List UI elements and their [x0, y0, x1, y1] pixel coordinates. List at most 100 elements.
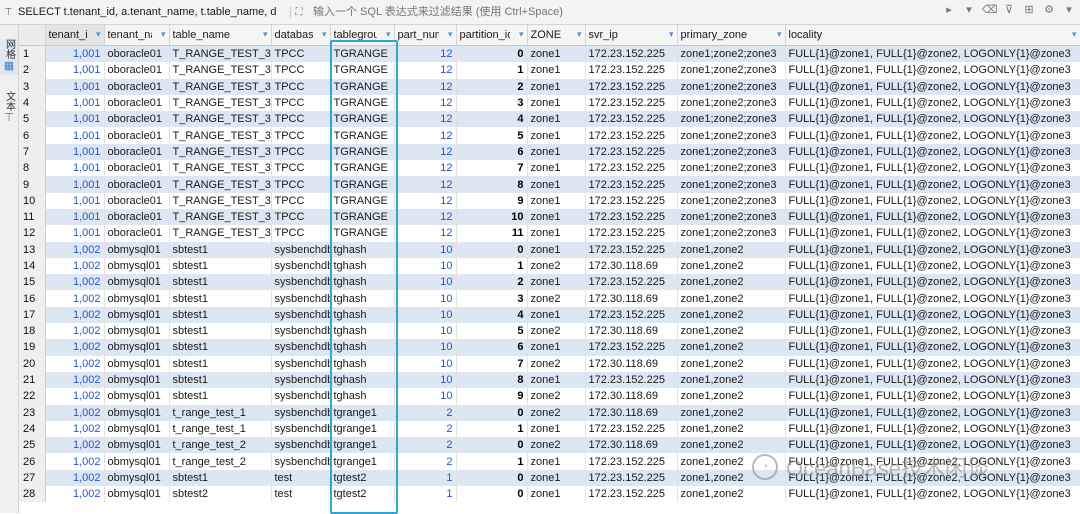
cell-locality[interactable]: FULL{1}@zone1, FULL{1}@zone2, LOGONLY{1}… — [785, 371, 1080, 389]
cell-locality[interactable]: FULL{1}@zone1, FULL{1}@zone2, LOGONLY{1}… — [785, 323, 1080, 340]
cell-svr_ip[interactable]: 172.23.152.225 — [585, 241, 678, 258]
cell-part_num[interactable]: 2 — [394, 404, 457, 421]
cell-part_num[interactable]: 12 — [394, 160, 457, 177]
cell-svr_ip[interactable]: 172.23.152.225 — [585, 420, 678, 438]
cell-database_name[interactable]: TPCC — [271, 94, 331, 112]
cell-database_name[interactable]: sysbenchdb — [271, 241, 331, 258]
cell-svr_ip[interactable]: 172.23.152.225 — [585, 225, 678, 242]
cell-partition_id[interactable]: 7 — [456, 160, 528, 177]
cell-svr_ip[interactable]: 172.23.152.225 — [585, 78, 678, 95]
cell-tenant_id[interactable]: 1,002 — [45, 404, 105, 421]
cell-svr_ip[interactable]: 172.30.118.69 — [585, 388, 678, 405]
cell-ZONE[interactable]: zone2 — [527, 257, 586, 275]
cell-tablegroup_name[interactable]: tghash — [330, 388, 395, 405]
cell-partition_id[interactable]: 1 — [456, 453, 528, 470]
cell-partition_id[interactable]: 0 — [456, 437, 528, 454]
cell-svr_ip[interactable]: 172.23.152.225 — [585, 127, 678, 144]
table-row[interactable]: 17 1,002 obmysql01 sbtest1 sysbenchdb tghash 1… — [19, 306, 1080, 324]
sort-filter-icon[interactable]: ▾ — [263, 29, 268, 40]
cell-tenant_name[interactable]: obmysql01 — [104, 420, 170, 438]
eraser-icon[interactable]: ⌫ — [982, 3, 998, 16]
cell-locality[interactable]: FULL{1}@zone1, FULL{1}@zone2, LOGONLY{1}… — [785, 111, 1080, 128]
table-row[interactable]: 4 1,001 oboracle01 T_RANGE_TEST_3 TPCC TGRANG… — [19, 94, 1080, 112]
cell-partition_id[interactable]: 7 — [456, 355, 528, 372]
cell-tenant_name[interactable]: obmysql01 — [104, 453, 170, 470]
filter-input[interactable] — [307, 2, 835, 22]
cell-tenant_name[interactable]: obmysql01 — [104, 371, 170, 389]
cell-ZONE[interactable]: zone1 — [527, 45, 586, 63]
cell-tenant_name[interactable]: obmysql01 — [104, 257, 170, 275]
cell-tablegroup_name[interactable]: tgrange1 — [330, 404, 395, 421]
table-row[interactable]: 16 1,002 obmysql01 sbtest1 sysbenchdb tghash 1… — [19, 290, 1080, 307]
cell-primary_zone[interactable]: zone1;zone2;zone3 — [677, 111, 786, 128]
table-row[interactable]: 20 1,002 obmysql01 sbtest1 sysbenchdb tghash 1… — [19, 355, 1080, 372]
cell-part_num[interactable]: 10 — [394, 339, 457, 356]
cell-tenant_name[interactable]: oboracle01 — [104, 176, 170, 193]
table-row[interactable]: 3 1,001 oboracle01 T_RANGE_TEST_3 TPCC TGRANG… — [19, 78, 1080, 95]
cell-table_name[interactable]: sbtest1 — [169, 323, 272, 340]
cell-tenant_id[interactable]: 1,002 — [45, 257, 105, 275]
cell-tenant_name[interactable]: oboracle01 — [104, 94, 170, 112]
cell-tenant_name[interactable]: obmysql01 — [104, 388, 170, 405]
table-row[interactable]: 9 1,001 oboracle01 T_RANGE_TEST_3 TPCC TGRANG… — [19, 176, 1080, 193]
cell-table_name[interactable]: T_RANGE_TEST_3 — [169, 176, 272, 193]
cell-database_name[interactable]: sysbenchdb — [271, 420, 331, 438]
table-row[interactable]: 18 1,002 obmysql01 sbtest1 sysbenchdb tghash 1… — [19, 323, 1080, 340]
cell-tenant_name[interactable]: obmysql01 — [104, 469, 170, 487]
cell-part_num[interactable]: 10 — [394, 323, 457, 340]
cell-tablegroup_name[interactable]: TGRANGE — [330, 143, 395, 161]
cell-primary_zone[interactable]: zone1,zone2 — [677, 404, 786, 421]
cell-ZONE[interactable]: zone1 — [527, 469, 586, 487]
cell-tenant_name[interactable]: obmysql01 — [104, 437, 170, 454]
cell-table_name[interactable]: T_RANGE_TEST_3 — [169, 127, 272, 144]
cell-database_name[interactable]: TPCC — [271, 208, 331, 226]
cell-table_name[interactable]: sbtest1 — [169, 306, 272, 324]
cell-tenant_name[interactable]: obmysql01 — [104, 290, 170, 307]
cell-svr_ip[interactable]: 172.23.152.225 — [585, 453, 678, 470]
cell-database_name[interactable]: sysbenchdb — [271, 290, 331, 307]
cell-primary_zone[interactable]: zone1,zone2 — [677, 274, 786, 291]
cell-svr_ip[interactable]: 172.23.152.225 — [585, 111, 678, 128]
cell-database_name[interactable]: TPCC — [271, 127, 331, 144]
table-row[interactable]: 21 1,002 obmysql01 sbtest1 sysbenchdb tghash 1… — [19, 371, 1080, 389]
cell-partition_id[interactable]: 0 — [456, 404, 528, 421]
cell-database_name[interactable]: TPCC — [271, 62, 331, 79]
cell-table_name[interactable]: T_RANGE_TEST_3 — [169, 45, 272, 63]
cell-primary_zone[interactable]: zone1,zone2 — [677, 355, 786, 372]
cell-tenant_name[interactable]: oboracle01 — [104, 127, 170, 144]
cell-svr_ip[interactable]: 172.23.152.225 — [585, 94, 678, 112]
cell-table_name[interactable]: sbtest1 — [169, 469, 272, 487]
settings-gear-icon[interactable]: ⚙ — [1042, 3, 1056, 16]
column-header-svr_ip[interactable]: svr_ip ▾ — [585, 25, 678, 46]
cell-part_num[interactable]: 10 — [394, 290, 457, 307]
cell-partition_id[interactable]: 10 — [456, 208, 528, 226]
table-row[interactable]: 24 1,002 obmysql01 t_range_test_1 sysbenchdb… — [19, 420, 1080, 438]
cell-tenant_name[interactable]: obmysql01 — [104, 274, 170, 291]
cell-database_name[interactable]: sysbenchdb — [271, 388, 331, 405]
cell-locality[interactable]: FULL{1}@zone1, FULL{1}@zone2, LOGONLY{1}… — [785, 143, 1080, 161]
cell-locality[interactable]: FULL{1}@zone1, FULL{1}@zone2, LOGONLY{1}… — [785, 339, 1080, 356]
cell-part_num[interactable]: 2 — [394, 437, 457, 454]
funnel-icon[interactable]: ⊽ — [1002, 3, 1016, 16]
cell-ZONE[interactable]: zone1 — [527, 94, 586, 112]
cell-svr_ip[interactable]: 172.23.152.225 — [585, 62, 678, 79]
cell-database_name[interactable]: TPCC — [271, 176, 331, 193]
cell-svr_ip[interactable]: 172.23.152.225 — [585, 306, 678, 324]
table-row[interactable]: 1 1,001 oboracle01 T_RANGE_TEST_3 TPCC TGRANG… — [19, 45, 1080, 63]
cell-tenant_name[interactable]: oboracle01 — [104, 143, 170, 161]
table-row[interactable]: 11 1,001 oboracle01 T_RANGE_TEST_3 TPCC TGRAN… — [19, 208, 1080, 226]
cell-database_name[interactable]: sysbenchdb — [271, 371, 331, 389]
cell-partition_id[interactable]: 1 — [456, 62, 528, 79]
cell-tablegroup_name[interactable]: TGRANGE — [330, 45, 395, 63]
cell-database_name[interactable]: sysbenchdb — [271, 274, 331, 291]
cell-database_name[interactable]: TPCC — [271, 111, 331, 128]
table-row[interactable]: 26 1,002 obmysql01 t_range_test_2 sysbenchdb… — [19, 453, 1080, 470]
cell-tablegroup_name[interactable]: tghash — [330, 371, 395, 389]
cell-ZONE[interactable]: zone1 — [527, 143, 586, 161]
cell-tenant_id[interactable]: 1,001 — [45, 208, 105, 226]
table-row[interactable]: 23 1,002 obmysql01 t_range_test_1 sysbenchdb… — [19, 404, 1080, 421]
cell-database_name[interactable]: sysbenchdb — [271, 306, 331, 324]
cell-ZONE[interactable]: zone1 — [527, 192, 586, 209]
cell-locality[interactable]: FULL{1}@zone1, FULL{1}@zone2, LOGONLY{1}… — [785, 290, 1080, 307]
cell-primary_zone[interactable]: zone1;zone2;zone3 — [677, 143, 786, 161]
